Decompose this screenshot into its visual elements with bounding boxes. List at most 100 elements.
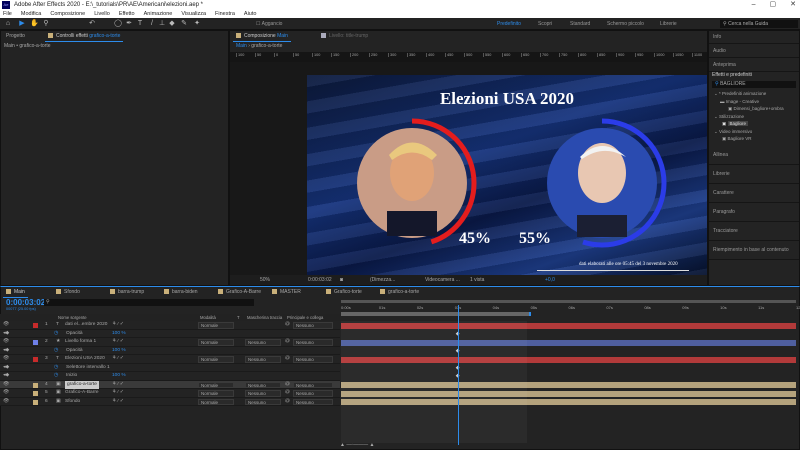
- minimize-button[interactable]: –: [752, 0, 756, 10]
- effects-tree-item[interactable]: ⌄ Stilizzazione: [712, 113, 784, 121]
- track-matte-dropdown[interactable]: Nessuno: [245, 390, 281, 397]
- snapshot-icon[interactable]: ◙: [340, 275, 343, 285]
- visibility-icon[interactable]: 👁: [3, 381, 9, 390]
- visibility-icon[interactable]: ◂◆: [3, 347, 9, 356]
- track-matte-dropdown[interactable]: Nessuno: [245, 398, 281, 405]
- help-search-input[interactable]: ⚲ Cerca nella Guida: [720, 20, 798, 28]
- tab-layer[interactable]: Livello: title-trump: [318, 31, 371, 41]
- mask-tool-icon[interactable]: ◯: [114, 20, 122, 28]
- effects-tree-item[interactable]: ⌄ Video immersivo: [712, 128, 784, 136]
- menu-finestra[interactable]: Finestra: [215, 10, 235, 18]
- switches-icon[interactable]: ⚘ ⁄ ✓: [112, 398, 124, 407]
- work-area-range[interactable]: [341, 312, 531, 316]
- tab-composition[interactable]: Composizione Main: [233, 31, 291, 42]
- layer-name[interactable]: Sfondo: [65, 398, 80, 407]
- layer-row[interactable]: ◂◆ ◷ Selettore intervallo 1: [0, 363, 340, 373]
- stopwatch-icon[interactable]: ◷: [54, 347, 58, 356]
- parent-pickwhip-icon[interactable]: @: [285, 398, 290, 407]
- mode-dropdown[interactable]: Normale: [198, 398, 234, 405]
- right-panel-item[interactable]: Tracciatore: [709, 222, 799, 241]
- menu-animazione[interactable]: Animazione: [144, 10, 173, 18]
- text-tool-icon[interactable]: T: [136, 20, 144, 28]
- visibility-icon[interactable]: ◂◆: [3, 372, 9, 381]
- parent-dropdown[interactable]: Nessuno: [293, 322, 333, 329]
- layer-name[interactable]: grafico-a-torte: [65, 380, 99, 389]
- layer-row[interactable]: 👁 5 ▣ Grafico-A-Barre ⚘ ⁄ ✓ Normale Nessuno @ Ne…: [0, 389, 340, 398]
- menu-file[interactable]: File: [3, 10, 12, 18]
- visibility-icon[interactable]: 👁: [3, 389, 9, 398]
- maximize-button[interactable]: ▢: [770, 0, 777, 10]
- label-color[interactable]: [33, 357, 38, 362]
- tab-progetto[interactable]: Progetto: [3, 31, 28, 41]
- zoom-dropdown[interactable]: 50%: [260, 275, 270, 285]
- tab-effect-controls[interactable]: Controlli effetti grafico-a-torte: [45, 31, 124, 42]
- mode-dropdown[interactable]: Normale: [198, 356, 234, 363]
- property-value[interactable]: 100 %: [112, 330, 126, 339]
- stamp-tool-icon[interactable]: ⊥: [158, 20, 166, 28]
- layer-row[interactable]: ◂◆ ◷ Inizio 100 %: [0, 372, 340, 381]
- menu-effetto[interactable]: Effetto: [119, 10, 135, 18]
- label-color[interactable]: [33, 382, 38, 388]
- parent-pickwhip-icon[interactable]: @: [285, 389, 290, 398]
- time-ruler[interactable]: 0:00s01s02s03s04s05s06s07s08s09s10s11s12…: [341, 300, 800, 320]
- menu-composizione[interactable]: Composizione: [50, 10, 85, 18]
- visibility-icon[interactable]: ◂◆: [3, 330, 9, 339]
- visibility-icon[interactable]: 👁: [3, 321, 9, 330]
- right-panel-item[interactable]: Paragrafo: [709, 203, 799, 222]
- brush-tool-icon[interactable]: /: [148, 20, 156, 28]
- timeline-tab[interactable]: Sfondo: [53, 287, 83, 297]
- workspace-schermo-piccolo[interactable]: Schermo piccolo: [607, 20, 644, 28]
- exposure-value[interactable]: +0,0: [545, 275, 555, 285]
- crumb-grafico[interactable]: grafico-a-torte: [251, 43, 282, 49]
- switches-icon[interactable]: ⚘ ⁄ ✓: [112, 381, 124, 390]
- timeline-search-input[interactable]: ⚲: [44, 299, 254, 306]
- workspace-standard[interactable]: Standard: [570, 20, 590, 28]
- right-panel-item[interactable]: Allinea: [709, 146, 799, 165]
- switches-icon[interactable]: ⚘ ⁄ ✓: [112, 338, 124, 347]
- stopwatch-icon[interactable]: ◷: [54, 330, 58, 339]
- property-value[interactable]: 100 %: [112, 347, 126, 356]
- parent-dropdown[interactable]: Nessuno: [293, 398, 333, 405]
- menu-livello[interactable]: Livello: [94, 10, 110, 18]
- layer-name[interactable]: Elezioni USA 2020: [65, 355, 105, 364]
- label-color[interactable]: [33, 323, 38, 328]
- layer-row[interactable]: 👁 3 T Elezioni USA 2020 ⚘ ⁄ ✓ Normale Nessuno @…: [0, 355, 340, 364]
- effects-tree-item[interactable]: ▣ Dimensi_bagliore+ombra: [712, 105, 784, 113]
- stopwatch-icon[interactable]: ◷: [54, 364, 58, 373]
- label-color[interactable]: [33, 399, 38, 405]
- zoom-tool-icon[interactable]: ⚲: [42, 20, 50, 28]
- layer-row[interactable]: 👁 4 ▣ grafico-a-torte ⚘ ⁄ ✓ Normale Nessuno @ Ne…: [0, 380, 340, 390]
- parent-dropdown[interactable]: Nessuno: [293, 339, 333, 346]
- parent-dropdown[interactable]: Nessuno: [293, 356, 333, 363]
- current-time[interactable]: 0:00:03:02: [308, 275, 332, 285]
- zoom-slider[interactable]: ▲ —◦——— ▲: [340, 443, 400, 448]
- track-matte-dropdown[interactable]: Nessuno: [245, 381, 281, 388]
- puppet-tool-icon[interactable]: ✦: [193, 20, 201, 28]
- home-icon[interactable]: ⌂: [4, 20, 12, 28]
- switches-icon[interactable]: ⚘ ⁄ ✓: [112, 389, 124, 398]
- crumb-main[interactable]: Main: [236, 43, 247, 49]
- views-dropdown[interactable]: 1 vista: [470, 275, 484, 285]
- timeline-tab[interactable]: Grafico-A-Barre: [215, 287, 264, 297]
- label-color[interactable]: [33, 340, 38, 345]
- parent-pickwhip-icon[interactable]: @: [285, 338, 290, 347]
- layer-name[interactable]: Grafico-A-Barre: [65, 389, 99, 398]
- menu-modifica[interactable]: Modifica: [21, 10, 41, 18]
- snap-checkbox[interactable]: ☐ Aggancio: [256, 20, 282, 28]
- mode-dropdown[interactable]: Normale: [198, 390, 234, 397]
- layer-row[interactable]: 👁 1 Tdati el...embre 2020 ⚘ ⁄ ✓ Normale @ Ness…: [0, 321, 340, 330]
- parent-dropdown[interactable]: Nessuno: [293, 390, 333, 397]
- right-panel-anteprima[interactable]: Anteprima: [709, 58, 799, 72]
- pen-tool-icon[interactable]: ✒: [125, 20, 133, 28]
- track-matte-dropdown[interactable]: Nessuno: [245, 339, 281, 346]
- switches-icon[interactable]: ⚘ ⁄ ✓: [112, 321, 124, 330]
- stopwatch-icon[interactable]: ◷: [54, 372, 58, 381]
- camera-dropdown[interactable]: Videocamera ...: [425, 275, 460, 285]
- timeline-tab[interactable]: MASTER: [269, 287, 304, 297]
- parent-dropdown[interactable]: Nessuno: [293, 381, 333, 388]
- visibility-icon[interactable]: 👁: [3, 355, 9, 364]
- mode-dropdown[interactable]: Normale: [198, 381, 234, 388]
- right-panel-item[interactable]: Riempimento in base al contenuto: [709, 241, 799, 260]
- work-area-bar[interactable]: [341, 300, 796, 303]
- effects-search-input[interactable]: ⚲ BAGLIORE: [712, 81, 796, 88]
